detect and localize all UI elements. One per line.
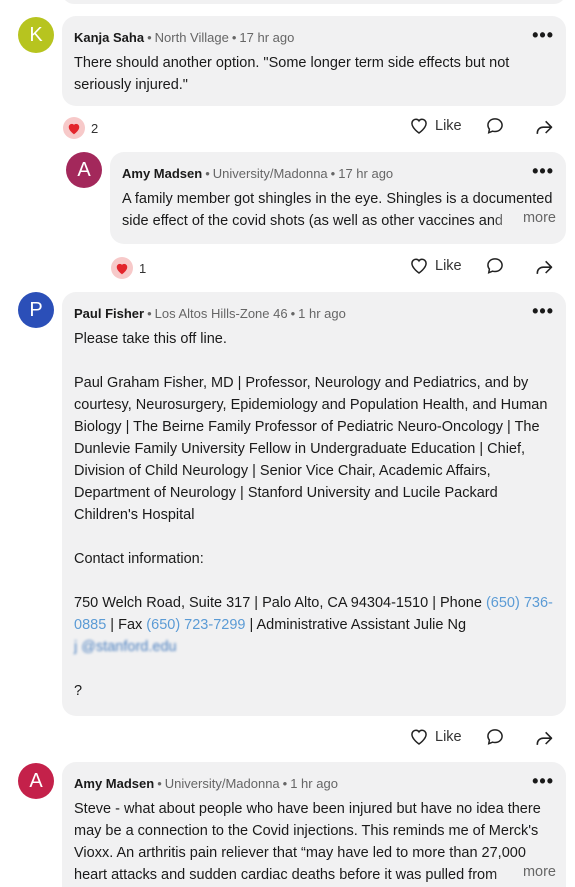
assistant-text: | Administrative Assistant Julie Ng (245, 617, 467, 633)
comment-icon (487, 118, 503, 134)
address-line: 750 Welch Road, Suite 317 | Palo Alto, C… (74, 592, 554, 614)
comment-meta: Paul Fisher • Los Altos Hills-Zone 46 • 1 hr… (74, 306, 346, 321)
comment-line: seriously injured." (74, 77, 188, 93)
signature-line: Division of Child Neurology | Senior Vic… (74, 463, 491, 479)
comment-line: Vioxx. An arthritis pain reliever that “… (74, 845, 526, 861)
address-line: 0885 | Fax (650) 723-7299 | Administrati… (74, 614, 554, 636)
more-link[interactable]: more (492, 210, 556, 226)
more-options-icon[interactable]: ••• (532, 772, 554, 790)
question-line: ? (74, 683, 83, 699)
reply-button[interactable] (485, 727, 505, 747)
like-label: Like (435, 117, 462, 134)
heart-icon (63, 117, 85, 139)
heart-icon (111, 257, 133, 279)
comment-line: Please take this off line. (74, 331, 227, 347)
comment-location: North Village (154, 30, 229, 45)
signature-line: Children's Hospital (74, 507, 195, 523)
comment-location: University/Madonna (164, 776, 280, 791)
fax-label: | Fax (106, 617, 147, 633)
email-link-blurred[interactable]: j @stanford.edu (74, 639, 177, 655)
heart-outline-icon (411, 258, 427, 274)
signature-line: Dunlevie Family University Fellow in Und… (74, 441, 526, 457)
comment-time: 1 hr ago (290, 776, 338, 791)
like-button[interactable]: Like (409, 116, 462, 135)
avatar-initial: A (29, 769, 43, 792)
share-icon (536, 731, 553, 745)
comment-icon (487, 258, 503, 274)
like-label: Like (435, 728, 462, 745)
comment-time: 17 hr ago (239, 30, 295, 45)
comment-time: 17 hr ago (338, 166, 394, 181)
comment-line: heart attacks and sudden cardiac deaths … (74, 867, 498, 883)
like-button[interactable]: Like (409, 256, 462, 275)
avatar[interactable]: A (18, 763, 54, 799)
heart-outline-icon (411, 118, 427, 134)
avatar-initial: P (29, 298, 43, 321)
more-link[interactable]: more (492, 864, 556, 880)
share-icon (536, 120, 553, 134)
avatar[interactable]: A (66, 152, 102, 188)
reaction-count: 1 (139, 260, 147, 276)
signature-line: Department of Neurology | Stanford Unive… (74, 485, 498, 501)
share-icon (536, 260, 553, 274)
more-options-icon[interactable]: ••• (532, 302, 554, 320)
share-button[interactable] (534, 258, 554, 278)
address-text: 750 Welch Road, Suite 317 | Palo Alto, C… (74, 595, 486, 611)
comment-meta: Amy Madsen • University/Madonna • 1 hr ago (74, 776, 338, 791)
reaction-summary[interactable]: 2 (63, 117, 98, 139)
comment-author[interactable]: Amy Madsen (74, 776, 154, 791)
fax-link[interactable]: (650) 723-7299 (146, 617, 245, 633)
comment-line: A family member got shingles in the eye.… (122, 191, 553, 207)
comment-icon (487, 729, 503, 745)
reaction-count: 2 (91, 120, 99, 136)
share-button[interactable] (534, 729, 554, 749)
comment-location: Los Altos Hills-Zone 46 (154, 306, 288, 321)
comment-bubble: Kanja Saha • North Village • 17 hr ago ••• T… (62, 16, 566, 106)
comment-location: University/Madonna (212, 166, 328, 181)
reply-button[interactable] (485, 116, 505, 136)
comment-bubble: Amy Madsen • University/Madonna • 17 hr ago … (110, 152, 566, 244)
avatar-initial: K (29, 23, 43, 46)
comment-bubble: Paul Fisher • Los Altos Hills-Zone 46 • 1 hr… (62, 292, 566, 716)
comment-author[interactable]: Amy Madsen (122, 166, 202, 181)
comment-line: Steve - what about people who have been … (74, 801, 541, 817)
signature-line: Paul Graham Fisher, MD | Professor, Neur… (74, 375, 529, 391)
like-label: Like (435, 257, 462, 274)
comment-meta: Kanja Saha • North Village • 17 hr ago (74, 30, 295, 45)
comment-time: 1 hr ago (298, 306, 346, 321)
comment-body: Please take this off line. Paul Graham F… (74, 328, 554, 702)
comment-author[interactable]: Paul Fisher (74, 306, 144, 321)
comment-bubble: Amy Madsen • University/Madonna • 1 hr ago •… (62, 762, 566, 887)
comment-body: Steve - what about people who have been … (74, 798, 554, 886)
share-button[interactable] (534, 118, 554, 138)
phone-link[interactable]: (650) 736- (486, 595, 553, 611)
email-line: j @stanford.edu (74, 636, 554, 658)
phone-link-cont[interactable]: 0885 (74, 617, 106, 633)
heart-outline-icon (411, 729, 427, 745)
signature-line: courtesy, Neurosurgery, Epidemiology and… (74, 397, 548, 413)
contact-heading: Contact information: (74, 551, 204, 567)
reaction-summary[interactable]: 1 (111, 257, 146, 279)
comment-line: There should another option. "Some longe… (74, 55, 510, 71)
comment-author[interactable]: Kanja Saha (74, 30, 144, 45)
more-options-icon[interactable]: ••• (532, 162, 554, 180)
comment-line: side effect of the covid shots (as well … (122, 213, 503, 229)
more-options-icon[interactable]: ••• (532, 26, 554, 44)
avatar-initial: A (77, 158, 91, 181)
comment-meta: Amy Madsen • University/Madonna • 17 hr ago (122, 166, 394, 181)
avatar[interactable]: K (18, 17, 54, 53)
reply-button[interactable] (485, 256, 505, 276)
like-button[interactable]: Like (409, 727, 462, 746)
comment-line: may be a connection to the Covid injecti… (74, 823, 539, 839)
avatar[interactable]: P (18, 292, 54, 328)
previous-comment-bubble-partial (62, 0, 566, 4)
comment-body: There should another option. "Some longe… (74, 52, 554, 96)
comment-body: A family member got shingles in the eye.… (122, 188, 554, 232)
signature-line: Biology | The Beirne Family Professor of… (74, 419, 540, 435)
